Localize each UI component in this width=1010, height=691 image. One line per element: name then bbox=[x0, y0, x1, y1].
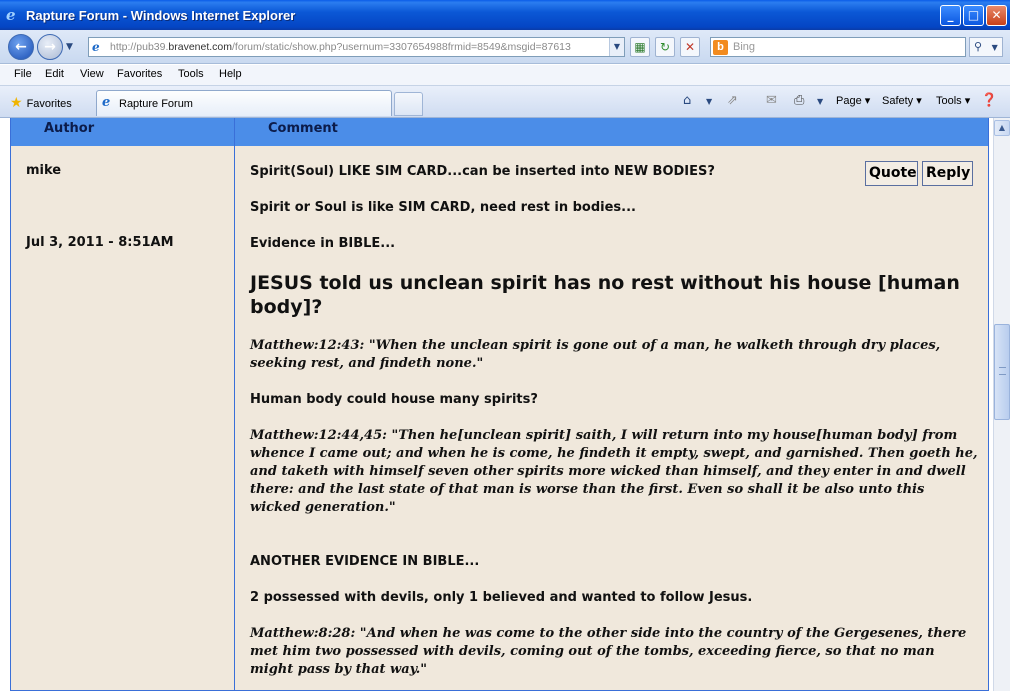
forward-button[interactable]: → bbox=[37, 34, 63, 60]
menu-bar: File Edit View Favorites Tools Help bbox=[0, 65, 1010, 86]
new-tab-button[interactable] bbox=[394, 92, 423, 116]
favorites-label: Favorites bbox=[26, 98, 72, 110]
close-button[interactable]: ✕ bbox=[986, 5, 1007, 26]
maximize-button[interactable]: □ bbox=[963, 5, 984, 26]
star-icon: ★ bbox=[10, 94, 23, 110]
reply-button[interactable]: Reply bbox=[922, 161, 973, 186]
vertical-scrollbar[interactable]: ▲ bbox=[993, 118, 1010, 691]
mail-icon[interactable]: ✉ bbox=[766, 93, 777, 108]
author-column-header: Author bbox=[44, 121, 95, 136]
post-line: Evidence in BIBLE... bbox=[250, 236, 396, 251]
title-bar: e Rapture Forum - Windows Internet Explo… bbox=[0, 0, 1010, 30]
tab-rapture-forum[interactable]: e Rapture Forum bbox=[96, 90, 392, 116]
scrollbar-thumb[interactable] bbox=[994, 324, 1010, 420]
post-line: 2 possessed with devils, only 1 believed… bbox=[250, 590, 753, 605]
recent-pages-dropdown-icon[interactable]: ▼ bbox=[66, 42, 73, 52]
post-line: Human body could house many spirits? bbox=[250, 392, 538, 407]
menu-favorites[interactable]: Favorites bbox=[117, 68, 162, 80]
address-field[interactable]: e http://pub39.bravenet.com/forum/static… bbox=[88, 37, 625, 57]
back-arrow-icon: ← bbox=[15, 39, 27, 55]
print-icon[interactable]: ⎙ bbox=[794, 93, 804, 108]
magnifier-icon: ⚲ bbox=[974, 40, 983, 53]
search-placeholder: Bing bbox=[733, 41, 756, 53]
address-dropdown-icon[interactable]: ▼ bbox=[609, 38, 624, 56]
menu-view[interactable]: View bbox=[80, 68, 104, 80]
post-date: Jul 3, 2011 - 8:51AM bbox=[26, 235, 174, 250]
post-line: ANOTHER EVIDENCE IN BIBLE... bbox=[250, 554, 480, 569]
tab-label: Rapture Forum bbox=[119, 98, 193, 110]
page-icon: e bbox=[92, 40, 100, 54]
scroll-up-button[interactable]: ▲ bbox=[994, 120, 1010, 136]
back-button[interactable]: ← bbox=[8, 34, 34, 60]
search-input[interactable]: b Bing bbox=[710, 37, 966, 57]
post-author: mike bbox=[26, 163, 62, 178]
search-button[interactable]: ⚲ ▼ bbox=[969, 37, 1003, 57]
scrollbar-grip-icon bbox=[999, 367, 1006, 375]
menu-tools[interactable]: Tools bbox=[178, 68, 204, 80]
favorites-button[interactable]: ★ Favorites bbox=[10, 94, 72, 111]
print-dropdown-icon[interactable]: ▼ bbox=[817, 97, 823, 106]
tab-page-icon: e bbox=[102, 95, 111, 110]
forward-arrow-icon: → bbox=[44, 39, 56, 55]
scripture-quote: Matthew:12:43: "When the unclean spirit … bbox=[250, 338, 941, 371]
ie-logo-icon: e bbox=[6, 6, 16, 24]
compatibility-view-icon[interactable]: ▦ bbox=[630, 37, 650, 57]
tools-menu[interactable]: Tools ▾ bbox=[936, 94, 970, 107]
window-title: Rapture Forum - Windows Internet Explore… bbox=[26, 8, 296, 23]
scripture-quote: Matthew:8:28: "And when he was come to t… bbox=[250, 626, 967, 677]
minimize-button[interactable]: _ bbox=[940, 5, 961, 26]
page-menu[interactable]: Page ▾ bbox=[836, 94, 870, 107]
post-subject: Spirit(Soul) LIKE SIM CARD...can be inse… bbox=[250, 164, 715, 179]
comment-column-header: Comment bbox=[268, 121, 338, 136]
scripture-quote: Matthew:12:44,45: "Then he[unclean spiri… bbox=[250, 428, 978, 515]
menu-edit[interactable]: Edit bbox=[45, 68, 64, 80]
column-divider bbox=[234, 118, 235, 691]
menu-help[interactable]: Help bbox=[219, 68, 242, 80]
search-options-dropdown-icon[interactable]: ▼ bbox=[992, 43, 998, 52]
forum-table: Author Comment mike Jul 3, 2011 - 8:51AM… bbox=[10, 118, 989, 691]
post-heading: JESUS told us unclean spirit has no rest… bbox=[250, 272, 960, 318]
home-dropdown-icon[interactable]: ▼ bbox=[706, 97, 712, 106]
page-content: Author Comment mike Jul 3, 2011 - 8:51AM… bbox=[0, 118, 993, 691]
address-toolbar: ← → ▼ e http://pub39.bravenet.com/forum/… bbox=[0, 30, 1010, 64]
url-text[interactable]: http://pub39.bravenet.com/forum/static/s… bbox=[110, 41, 600, 53]
stop-icon[interactable]: ✕ bbox=[680, 37, 700, 57]
quote-button[interactable]: Quote bbox=[865, 161, 918, 186]
help-icon[interactable]: ❓ bbox=[981, 93, 997, 108]
bing-icon: b bbox=[713, 40, 728, 55]
home-icon[interactable]: ⌂ bbox=[683, 93, 691, 108]
menu-file[interactable]: File bbox=[14, 68, 32, 80]
post-line: Spirit or Soul is like SIM CARD, need re… bbox=[250, 200, 636, 215]
refresh-icon[interactable]: ↻ bbox=[655, 37, 675, 57]
safety-menu[interactable]: Safety ▾ bbox=[882, 94, 922, 107]
forum-header-row: Author Comment bbox=[11, 118, 988, 146]
tab-bar: ★ Favorites e Rapture Forum ⌂ ▼ ⇗ ✉ ⎙ ▼ P… bbox=[0, 86, 1010, 118]
feeds-icon[interactable]: ⇗ bbox=[727, 93, 738, 108]
